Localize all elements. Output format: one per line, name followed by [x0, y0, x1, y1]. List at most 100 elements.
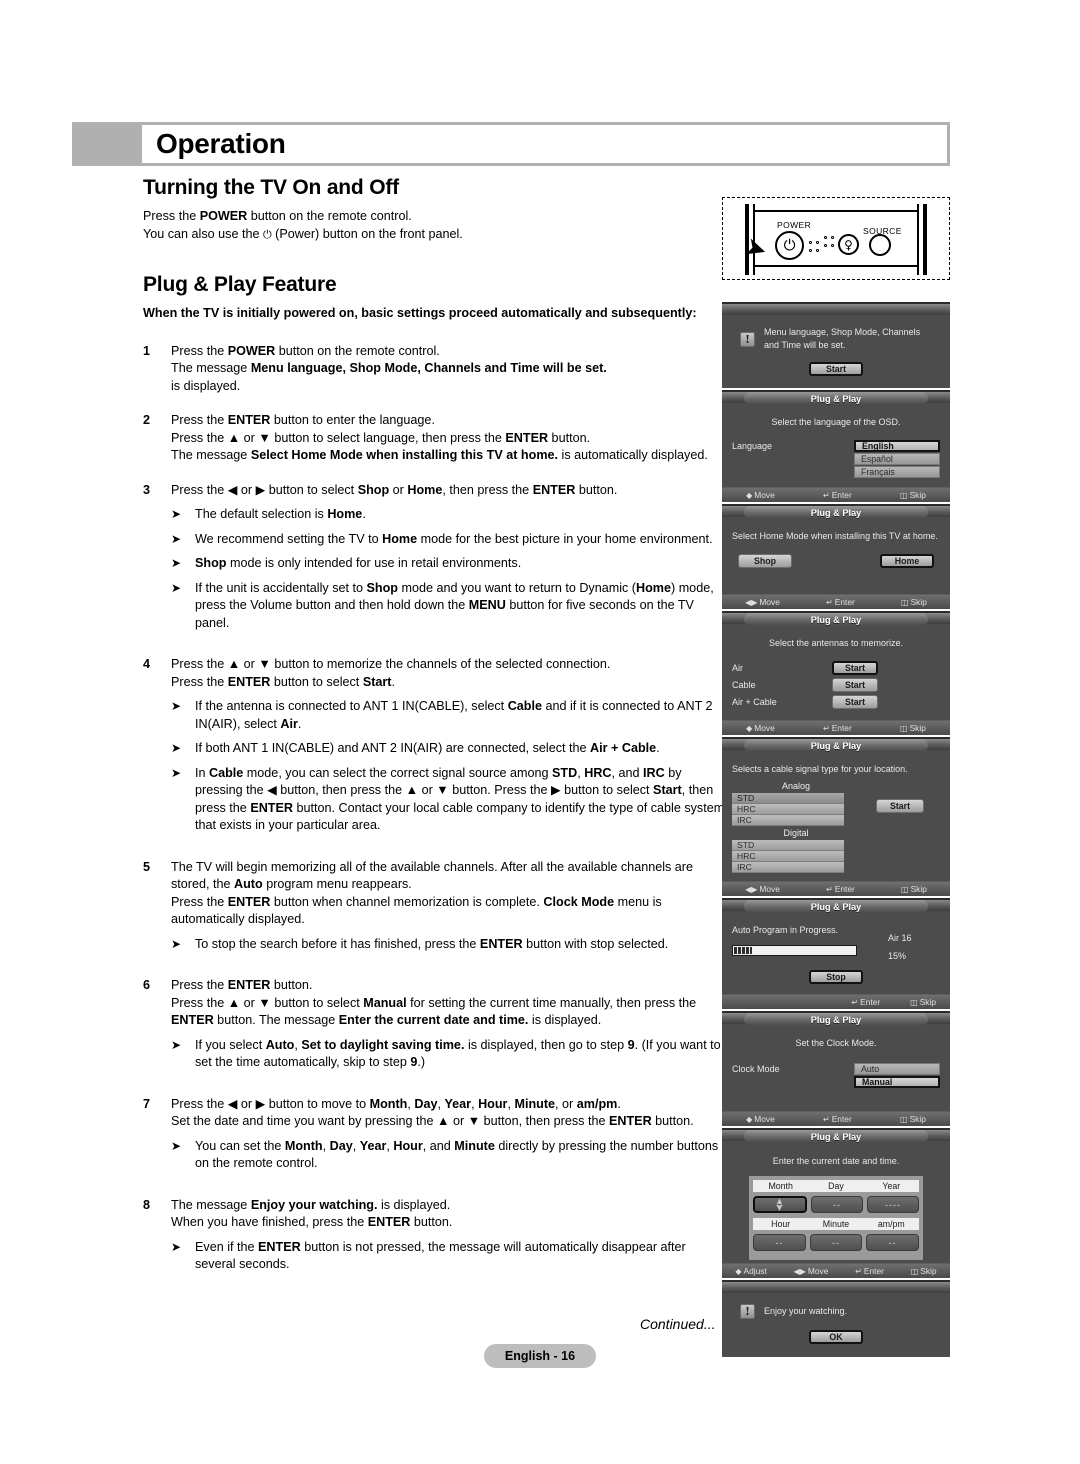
antennas-message: Select the antennas to memorize. [768, 638, 904, 648]
step-body: Press the POWER button on the remote con… [171, 343, 728, 396]
tv-front-panel-diagram: POWER SOURCE ⏻ ♀ ➤ [722, 197, 950, 280]
bullet-list: ➤ You can set the Month, Day, Year, Hour,… [171, 1138, 728, 1173]
month-field[interactable]: ▲ -- ▼ [753, 1196, 807, 1213]
bullet-text: If both ANT 1 IN(CABLE) and ANT 2 IN(AIR… [195, 741, 660, 755]
column-header-ampm: am/pm [877, 1219, 905, 1229]
turning-line2-suffix: (Power) button on the front panel. [271, 226, 463, 241]
day-field[interactable]: -- [811, 1196, 863, 1213]
nav-skip: ◫ Skip [900, 1114, 926, 1124]
instructions-column: Turning the TV On and Off Press the POWE… [143, 176, 728, 1298]
nav-enter: ↵ Enter [855, 1266, 884, 1276]
signal-option[interactable]: STD [732, 793, 844, 804]
start-button[interactable]: Start [809, 362, 863, 376]
bullet-marker-icon: ➤ [171, 1138, 182, 1153]
bullet-item: ➤ If the unit is accidentally set to Shop… [171, 580, 728, 633]
osd-title: Plug & Play [744, 1130, 928, 1143]
language-option[interactable]: Español [854, 453, 940, 465]
source-button-icon[interactable] [869, 234, 891, 256]
date-time-value-row-1: ▲ -- ▼ -- ---- [753, 1192, 919, 1218]
step-number: 4 [143, 657, 151, 671]
enjoy-message: Enjoy your watching. [764, 1306, 848, 1316]
bullet-marker-icon: ➤ [171, 936, 182, 951]
bullet-item: ➤ We recommend setting the TV to Home mod… [171, 531, 728, 549]
step-line: Press the ▲ or ▼ button to select langua… [171, 430, 591, 445]
step-item: 4 Press the ▲ or ▼ button to memorize the… [143, 656, 728, 842]
minute-field[interactable]: -- [809, 1234, 863, 1251]
language-option[interactable]: Français [854, 466, 940, 478]
antenna-start-button[interactable]: Start [832, 678, 878, 692]
nav-skip: ◫ Skip [900, 723, 926, 733]
nav-move: ◀▶ Move [793, 1266, 829, 1276]
chapter-title-plate: Operation [142, 125, 947, 163]
info-icon: ! [740, 1304, 755, 1319]
bullet-item: ➤ In Cable mode, you can select the corre… [171, 765, 728, 835]
osd-screen-date-time: Plug & Play Enter the current date and t… [722, 1128, 950, 1278]
osd-topbar: Plug & Play [722, 506, 950, 519]
chapter-header: Operation [72, 122, 950, 166]
chevron-down-icon: ▼ [776, 1204, 784, 1212]
shop-button[interactable]: Shop [738, 554, 792, 568]
lamp-button-icon[interactable]: ♀ [838, 234, 859, 255]
osd-topbar: Plug & Play [722, 1130, 950, 1143]
analog-signal-list[interactable]: STD HRC IRC [732, 793, 844, 826]
signal-option[interactable]: IRC [732, 862, 844, 873]
antenna-start-button[interactable]: Start [832, 695, 878, 709]
bullet-marker-icon: ➤ [171, 1239, 182, 1254]
signal-option[interactable]: IRC [732, 815, 844, 826]
clock-mode-option[interactable]: Auto [854, 1063, 940, 1075]
step-number: 6 [143, 978, 151, 992]
osd-topbar: Plug & Play [722, 900, 950, 913]
clock-mode-option[interactable]: Manual [854, 1076, 940, 1088]
year-field[interactable]: ---- [867, 1196, 919, 1213]
ampm-field[interactable]: -- [866, 1234, 920, 1251]
hour-field[interactable]: -- [753, 1234, 806, 1251]
bullet-item: ➤ To stop the search before it has finish… [171, 936, 728, 954]
power-button-icon[interactable]: ⏻ [775, 231, 804, 260]
step-body: Press the ◀ or ▶ button to move to Month… [171, 1096, 728, 1180]
language-option-list[interactable]: English Español Français [854, 440, 940, 479]
antenna-name: Air [732, 663, 743, 673]
steps-list: 1 Press the POWER button on the remote co… [143, 343, 728, 1281]
bullet-item: ➤ If you select Auto, Set to daylight sav… [171, 1037, 728, 1072]
osd-title: Plug & Play [744, 392, 928, 405]
bullet-text: We recommend setting the TV to Home mode… [195, 531, 713, 546]
signal-option[interactable]: HRC [732, 804, 844, 815]
step-number: 8 [143, 1197, 151, 1212]
antenna-start-button[interactable]: Start [832, 661, 878, 675]
signal-option[interactable]: HRC [732, 851, 844, 862]
osd-title: Plug & Play [744, 613, 928, 626]
cable-start-button[interactable]: Start [876, 799, 924, 813]
ok-button[interactable]: OK [809, 1330, 863, 1344]
home-button[interactable]: Home [880, 554, 934, 568]
bullet-marker-icon: ➤ [171, 556, 182, 570]
date-time-value-row-2: -- -- -- [753, 1230, 920, 1256]
welcome-message-box: ! Menu language, Shop Mode, Channels and… [732, 324, 940, 352]
bullet-text: You can set the Month, Day, Year, Hour, … [195, 1138, 719, 1171]
column-header-year: Year [882, 1181, 901, 1191]
osd-navbar: ◀▶ Move ↵ Enter ◫ Skip [722, 594, 950, 609]
language-option[interactable]: English [854, 440, 940, 452]
osd-screen-welcome: ! Menu language, Shop Mode, Channels and… [722, 302, 950, 388]
continued-label: Continued... [640, 1316, 716, 1332]
nav-skip: ◫ Skip [910, 997, 936, 1007]
clock-mode-option-list[interactable]: Auto Manual [854, 1063, 940, 1089]
illustrations-column: POWER SOURCE ⏻ ♀ ➤ ! Menu language, Shop… [722, 197, 950, 1359]
bullet-item: ➤ You can set the Month, Day, Year, Hour,… [171, 1138, 728, 1173]
antenna-name: Air + Cable [732, 697, 777, 707]
progress-bar-fill [734, 947, 753, 954]
bullet-item: ➤ Even if the ENTER button is not pressed… [171, 1239, 728, 1274]
step-number: 2 [143, 413, 151, 427]
date-time-message: Enter the current date and time. [772, 1156, 900, 1166]
nav-move: ◆ Move [746, 723, 775, 733]
digital-group-label: Digital [783, 828, 809, 838]
step-line: The message Menu language, Shop Mode, Ch… [171, 361, 607, 375]
bullet-item: ➤ If both ANT 1 IN(CABLE) and ANT 2 IN(AI… [171, 740, 728, 758]
auto-program-message: Auto Program in Progress. [732, 925, 839, 935]
signal-option[interactable]: STD [732, 840, 844, 851]
step-body: Press the ▲ or ▼ button to memorize the … [171, 656, 728, 842]
step-item: 3 Press the ◀ or ▶ button to select Shop … [143, 482, 728, 640]
stop-button[interactable]: Stop [809, 970, 863, 984]
osd-screen-enjoy-watching: ! Enjoy your watching. OK [722, 1280, 950, 1357]
digital-signal-list[interactable]: STD HRC IRC [732, 840, 844, 873]
step-line: Press the ◀ or ▶ button to select Shop o… [171, 482, 618, 497]
